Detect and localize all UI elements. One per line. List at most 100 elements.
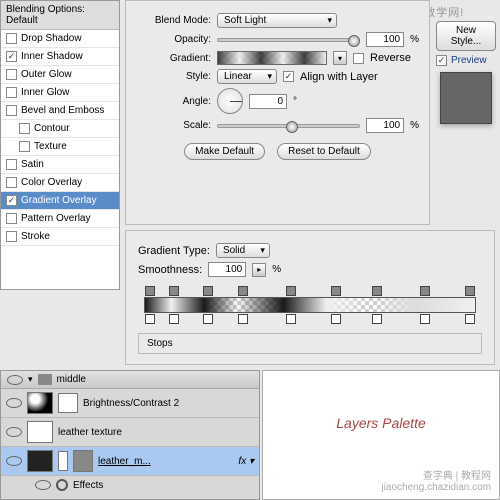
opacity-stop[interactable] (169, 286, 179, 296)
sidebar-item-label: Bevel and Emboss (21, 105, 104, 116)
sidebar-item-stroke[interactable]: Stroke (1, 228, 119, 246)
gradient-overlay-panel: Blend Mode: Soft Light Opacity: 100 % Gr… (125, 0, 430, 225)
stops-label: Stops (147, 338, 173, 349)
scale-value[interactable]: 100 (366, 118, 404, 133)
gradient-bar[interactable] (144, 297, 476, 313)
preview-checkbox[interactable] (436, 55, 447, 66)
color-stop[interactable] (145, 314, 155, 324)
fx-icon[interactable]: fx ▾ (238, 456, 254, 467)
sidebar-item-outer-glow[interactable]: Outer Glow (1, 66, 119, 84)
effects-row[interactable]: Effects (1, 476, 259, 494)
sidebar-item-gradient-overlay[interactable]: Gradient Overlay (1, 192, 119, 210)
opacity-stop[interactable] (286, 286, 296, 296)
style-checkbox[interactable] (6, 213, 17, 224)
opacity-stop[interactable] (238, 286, 248, 296)
opacity-label: Opacity: (136, 34, 211, 45)
align-checkbox[interactable] (283, 71, 294, 82)
disclosure-triangle-icon[interactable]: ▾ (28, 374, 33, 385)
eye-icon[interactable] (6, 398, 22, 408)
color-stop[interactable] (203, 314, 213, 324)
gradient-type-label: Gradient Type: (138, 245, 210, 257)
sidebar-item-color-overlay[interactable]: Color Overlay (1, 174, 119, 192)
opacity-value[interactable]: 100 (366, 32, 404, 47)
style-checkbox[interactable] (6, 195, 17, 206)
smoothness-value[interactable]: 100 (208, 262, 246, 277)
scale-slider[interactable] (217, 124, 360, 128)
smoothness-dropdown-icon[interactable]: ▸ (252, 263, 266, 277)
sidebar-item-label: Texture (34, 141, 67, 152)
style-checkbox[interactable] (6, 33, 17, 44)
sidebar-item-contour[interactable]: Contour (1, 120, 119, 138)
reverse-checkbox[interactable] (353, 53, 364, 64)
reset-default-button[interactable]: Reset to Default (277, 143, 371, 160)
new-style-button[interactable]: New Style... (436, 21, 496, 51)
opacity-stop[interactable] (331, 286, 341, 296)
opacity-stop[interactable] (420, 286, 430, 296)
eye-icon[interactable] (7, 375, 23, 385)
layer-thumb (27, 421, 53, 443)
sidebar-item-label: Satin (21, 159, 44, 170)
opacity-stop[interactable] (372, 286, 382, 296)
color-stop[interactable] (286, 314, 296, 324)
scale-label: Scale: (136, 120, 211, 131)
angle-label: Angle: (136, 96, 211, 107)
style-checkbox[interactable] (6, 51, 17, 62)
sidebar-item-label: Pattern Overlay (21, 213, 90, 224)
color-stop[interactable] (238, 314, 248, 324)
style-checkbox[interactable] (6, 159, 17, 170)
blend-mode-select[interactable]: Soft Light (217, 13, 337, 28)
make-default-button[interactable]: Make Default (184, 143, 265, 160)
style-checkbox[interactable] (19, 141, 30, 152)
stops-panel: Stops (138, 333, 482, 354)
style-checkbox[interactable] (6, 105, 17, 116)
sidebar-item-inner-glow[interactable]: Inner Glow (1, 84, 119, 102)
layer-row[interactable]: Brightness/Contrast 2 (1, 389, 259, 418)
color-stop[interactable] (465, 314, 475, 324)
eye-icon[interactable] (6, 427, 22, 437)
layers-folder-header[interactable]: ▾ middle (1, 371, 259, 389)
layers-panel: ▾ middle Brightness/Contrast 2 leather t… (0, 370, 260, 500)
color-stop[interactable] (331, 314, 341, 324)
style-checkbox[interactable] (6, 177, 17, 188)
folder-name: middle (57, 374, 86, 385)
gradient-bar-editor[interactable] (138, 285, 482, 325)
styles-sidebar: Blending Options: Default Drop Shadow Inn… (0, 0, 120, 290)
sidebar-item-bevel-and-emboss[interactable]: Bevel and Emboss (1, 102, 119, 120)
sidebar-item-texture[interactable]: Texture (1, 138, 119, 156)
eye-icon[interactable] (35, 480, 51, 490)
layer-name: leather_m... (98, 456, 151, 467)
layer-row-selected[interactable]: leather_m... fx ▾ (1, 447, 259, 476)
layer-row[interactable]: leather texture (1, 418, 259, 447)
color-stop[interactable] (372, 314, 382, 324)
adjustment-thumb (27, 392, 53, 414)
sidebar-item-drop-shadow[interactable]: Drop Shadow (1, 30, 119, 48)
angle-value[interactable]: 0 (249, 94, 287, 109)
gradient-dropdown-icon[interactable]: ▾ (333, 51, 347, 65)
gradient-type-select[interactable]: Solid (216, 243, 270, 258)
style-checkbox[interactable] (6, 87, 17, 98)
preview-label: Preview (451, 55, 487, 66)
color-stop[interactable] (420, 314, 430, 324)
effects-label: Effects (73, 480, 103, 491)
gradient-preview[interactable] (217, 51, 327, 65)
layer-thumb (27, 450, 53, 472)
sidebar-item-label: Inner Shadow (21, 51, 83, 62)
opacity-stop[interactable] (465, 286, 475, 296)
eye-icon[interactable] (6, 456, 22, 466)
sidebar-item-inner-shadow[interactable]: Inner Shadow (1, 48, 119, 66)
style-checkbox[interactable] (19, 123, 30, 134)
sidebar-item-satin[interactable]: Satin (1, 156, 119, 174)
opacity-stop[interactable] (203, 286, 213, 296)
opacity-slider[interactable] (217, 38, 360, 42)
opacity-stop[interactable] (145, 286, 155, 296)
sidebar-header: Blending Options: Default (1, 1, 119, 30)
blend-mode-label: Blend Mode: (136, 15, 211, 26)
style-checkbox[interactable] (6, 69, 17, 80)
sidebar-item-pattern-overlay[interactable]: Pattern Overlay (1, 210, 119, 228)
angle-dial[interactable] (217, 88, 243, 114)
folder-icon (38, 374, 52, 385)
color-stop[interactable] (169, 314, 179, 324)
style-select[interactable]: Linear (217, 69, 277, 84)
style-checkbox[interactable] (6, 231, 17, 242)
align-label: Align with Layer (300, 71, 378, 83)
